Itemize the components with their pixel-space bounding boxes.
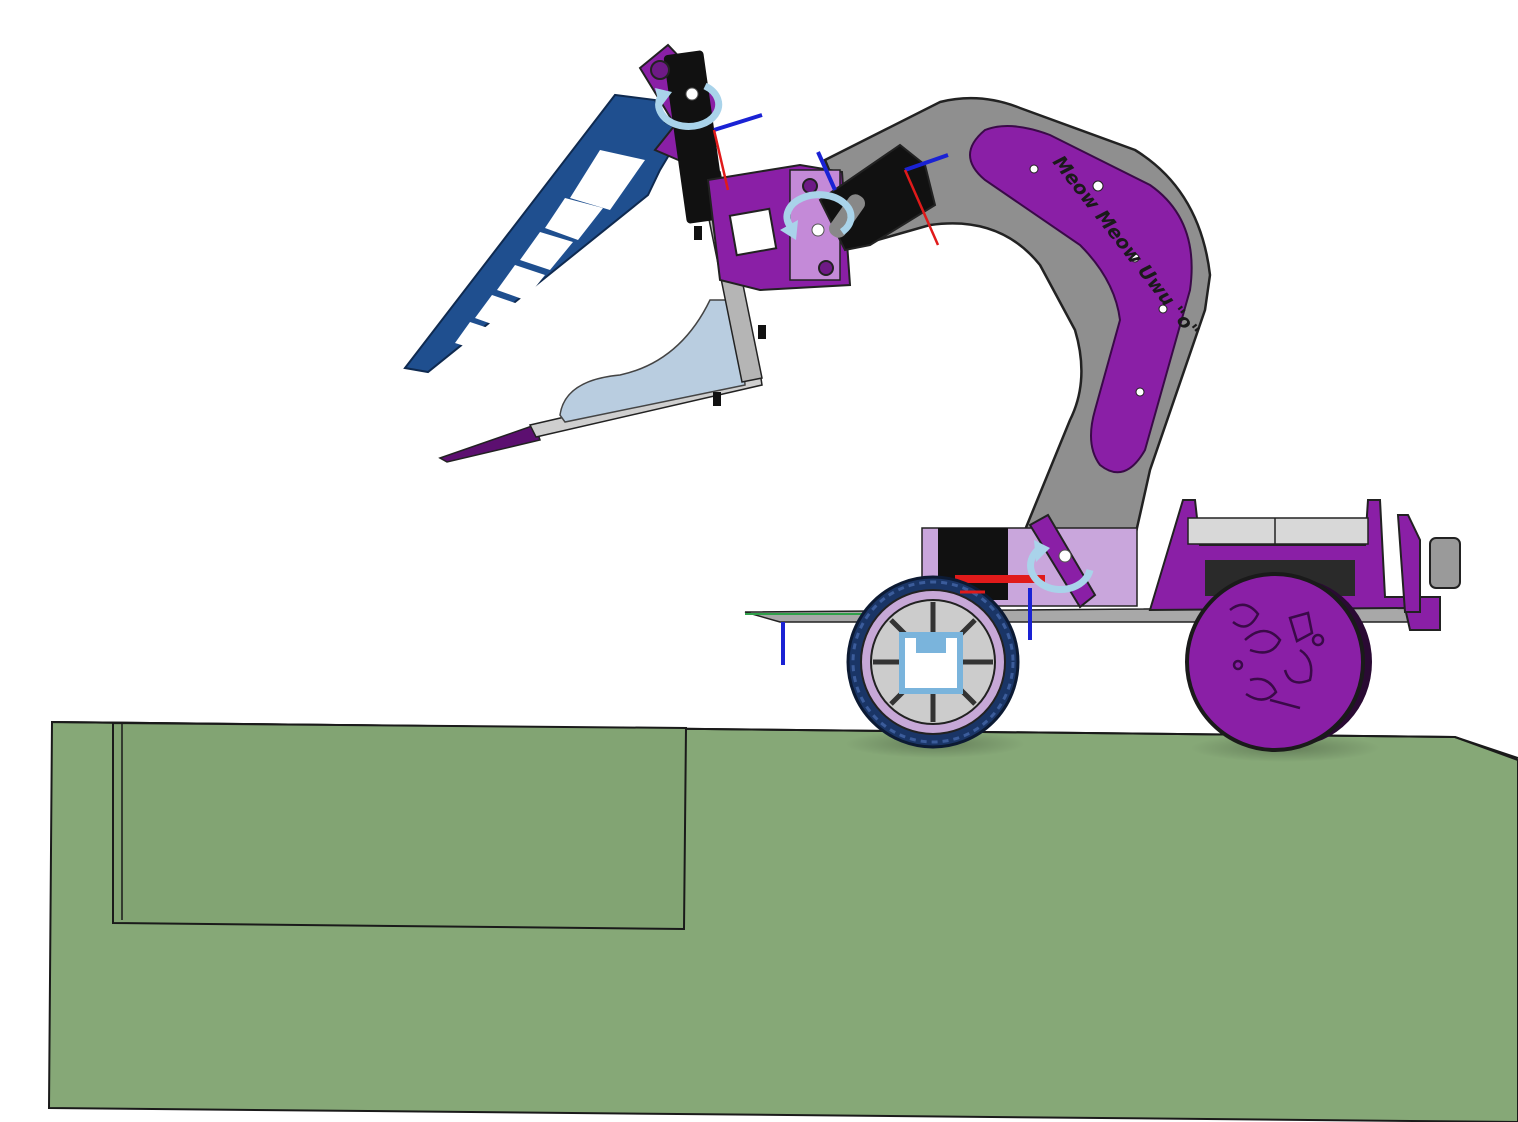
bracket-window xyxy=(728,207,778,257)
gripper-screw xyxy=(758,325,766,339)
table-recess xyxy=(112,721,688,931)
rear-wheel[interactable] xyxy=(1185,572,1372,752)
game-field-table xyxy=(47,720,1518,1122)
gripper-assembly[interactable] xyxy=(403,43,937,463)
bracket-screw-top xyxy=(802,178,818,194)
rear-tire xyxy=(1185,572,1365,752)
front-hub-notch xyxy=(916,635,946,653)
gripper-toothed-finger xyxy=(403,93,690,374)
wrist-pivot-hole xyxy=(650,60,670,80)
rear-sensor xyxy=(1429,537,1461,589)
gripper-lower-blade xyxy=(438,424,541,463)
bracket-screw-bottom xyxy=(818,260,834,276)
rear-frame-top-plate xyxy=(1187,517,1369,545)
gripper-screw xyxy=(694,226,702,240)
cad-viewport[interactable]: Meow Meow Uwu "o" xyxy=(0,0,1518,1122)
gripper-screw xyxy=(713,392,721,406)
front-wheel[interactable] xyxy=(846,575,1020,749)
